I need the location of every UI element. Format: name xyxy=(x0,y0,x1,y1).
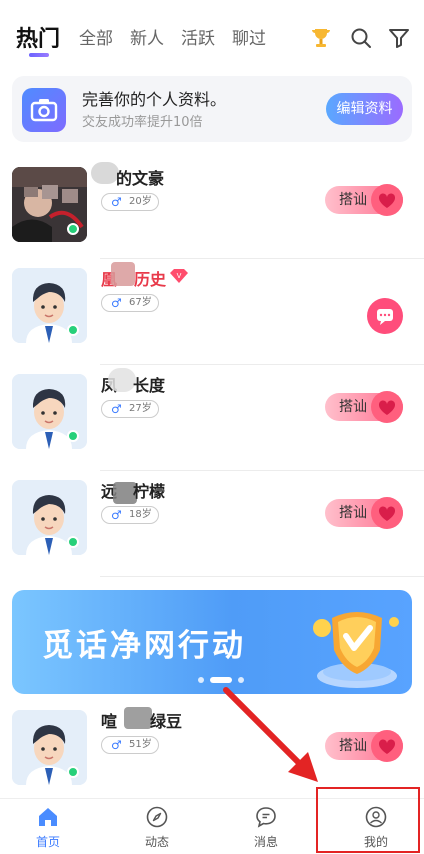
blurred-name-mask xyxy=(124,707,152,729)
nav-messages-label: 消息 xyxy=(253,835,278,849)
profile-prompt-title: 完善你的个人资料。 xyxy=(82,90,227,109)
nav-home[interactable]: 首页 xyxy=(8,799,88,854)
nav-messages[interactable]: 消息 xyxy=(226,799,306,854)
male-icon: ♂ xyxy=(111,508,122,522)
user-name-prefix: 喧 xyxy=(101,712,118,731)
gender-age-tag: ♂ 67岁 xyxy=(101,294,159,312)
user-list-item[interactable]: 凤 长度 ♂ 27岁 搭讪 xyxy=(0,364,424,470)
edit-profile-button[interactable]: 编辑资料 xyxy=(326,93,403,125)
greet-label: 搭讪 xyxy=(339,399,367,415)
greet-button[interactable]: 搭讪 xyxy=(325,391,403,423)
age-label: 51岁 xyxy=(129,739,152,750)
gender-age-tag: ♂ 20岁 xyxy=(101,193,159,211)
greet-button[interactable]: 搭讪 xyxy=(325,497,403,529)
male-icon: ♂ xyxy=(111,195,122,209)
age-label: 27岁 xyxy=(129,403,152,414)
user-name: 历史 xyxy=(134,270,167,289)
vip-diamond-icon: V xyxy=(170,269,188,283)
gender-age-tag: ♂ 51岁 xyxy=(101,736,159,754)
online-indicator xyxy=(67,536,79,548)
tab-chatted[interactable]: 聊过 xyxy=(232,24,266,49)
online-indicator xyxy=(67,223,79,235)
user-name: 的文豪 xyxy=(116,169,165,188)
message-icon xyxy=(256,807,276,828)
tab-hot[interactable]: 热门 xyxy=(16,21,60,53)
trophy-icon[interactable] xyxy=(309,26,333,50)
camera-icon xyxy=(30,99,58,122)
promo-banner[interactable]: 觅话净网行动 xyxy=(12,590,412,694)
row-divider xyxy=(100,258,424,259)
profile-completion-card[interactable]: 完善你的个人资料。 交友成功率提升10倍 编辑资料 xyxy=(12,76,412,142)
carousel-dot[interactable] xyxy=(198,677,204,683)
row-divider xyxy=(100,364,424,365)
row-divider xyxy=(100,470,424,471)
user-name: 长度 xyxy=(133,376,166,395)
compass-icon xyxy=(146,806,168,828)
svg-text:V: V xyxy=(177,272,182,280)
user-name: 柠檬 xyxy=(133,482,166,501)
search-icon[interactable] xyxy=(349,26,373,50)
nav-home-label: 首页 xyxy=(35,835,60,849)
tab-all[interactable]: 全部 xyxy=(79,24,113,49)
greet-label: 搭讪 xyxy=(339,505,367,521)
row-divider xyxy=(100,576,424,577)
carousel-dot[interactable] xyxy=(238,677,244,683)
online-indicator xyxy=(67,324,79,336)
chat-bubble-icon xyxy=(377,309,393,325)
gender-age-tag: ♂ 18岁 xyxy=(101,506,159,524)
blurred-name-mask xyxy=(111,262,135,286)
filter-icon[interactable] xyxy=(387,26,411,50)
male-icon: ♂ xyxy=(111,738,122,752)
user-list-item[interactable]: 远 柠檬 ♂ 18岁 搭讪 xyxy=(0,470,424,576)
tab-new[interactable]: 新人 xyxy=(130,24,164,49)
greet-button[interactable]: 搭讪 xyxy=(325,184,403,216)
chat-button[interactable] xyxy=(367,298,403,334)
heart-icon xyxy=(371,184,403,216)
male-icon: ♂ xyxy=(111,296,122,310)
greet-button[interactable]: 搭讪 xyxy=(325,730,403,762)
blurred-name-mask xyxy=(108,368,136,392)
heart-icon xyxy=(371,497,403,529)
top-tabs: 热门 全部 新人 活跃 聊过 xyxy=(0,0,424,70)
heart-icon xyxy=(371,730,403,762)
annotation-highlight-box xyxy=(316,787,420,853)
profile-prompt-subtitle: 交友成功率提升10倍 xyxy=(82,115,203,130)
age-label: 67岁 xyxy=(129,297,152,308)
greet-label: 搭讪 xyxy=(339,738,367,754)
shield-icon xyxy=(313,612,399,688)
male-icon: ♂ xyxy=(111,402,122,416)
tab-active[interactable]: 活跃 xyxy=(181,24,215,49)
greet-label: 搭讪 xyxy=(339,192,367,208)
camera-badge xyxy=(22,88,66,132)
online-indicator xyxy=(67,430,79,442)
carousel-dot-active[interactable] xyxy=(210,677,232,683)
nav-moments[interactable]: 动态 xyxy=(117,799,197,854)
banner-title: 觅话净网行动 xyxy=(42,628,246,664)
online-indicator xyxy=(67,766,79,778)
blurred-name-mask xyxy=(91,162,119,184)
heart-icon xyxy=(371,391,403,423)
gender-age-tag: ♂ 27岁 xyxy=(101,400,159,418)
user-list-item[interactable]: 凰 历史 V ♂ 67岁 xyxy=(0,258,424,364)
active-tab-indicator xyxy=(29,53,49,57)
age-label: 20岁 xyxy=(129,196,152,207)
nav-moments-label: 动态 xyxy=(144,835,169,849)
user-name: 绿豆 xyxy=(150,712,183,731)
age-label: 18岁 xyxy=(129,509,152,520)
home-icon xyxy=(39,808,57,826)
user-list-item[interactable]: 的文豪 ♂ 20岁 搭讪 xyxy=(0,157,424,263)
